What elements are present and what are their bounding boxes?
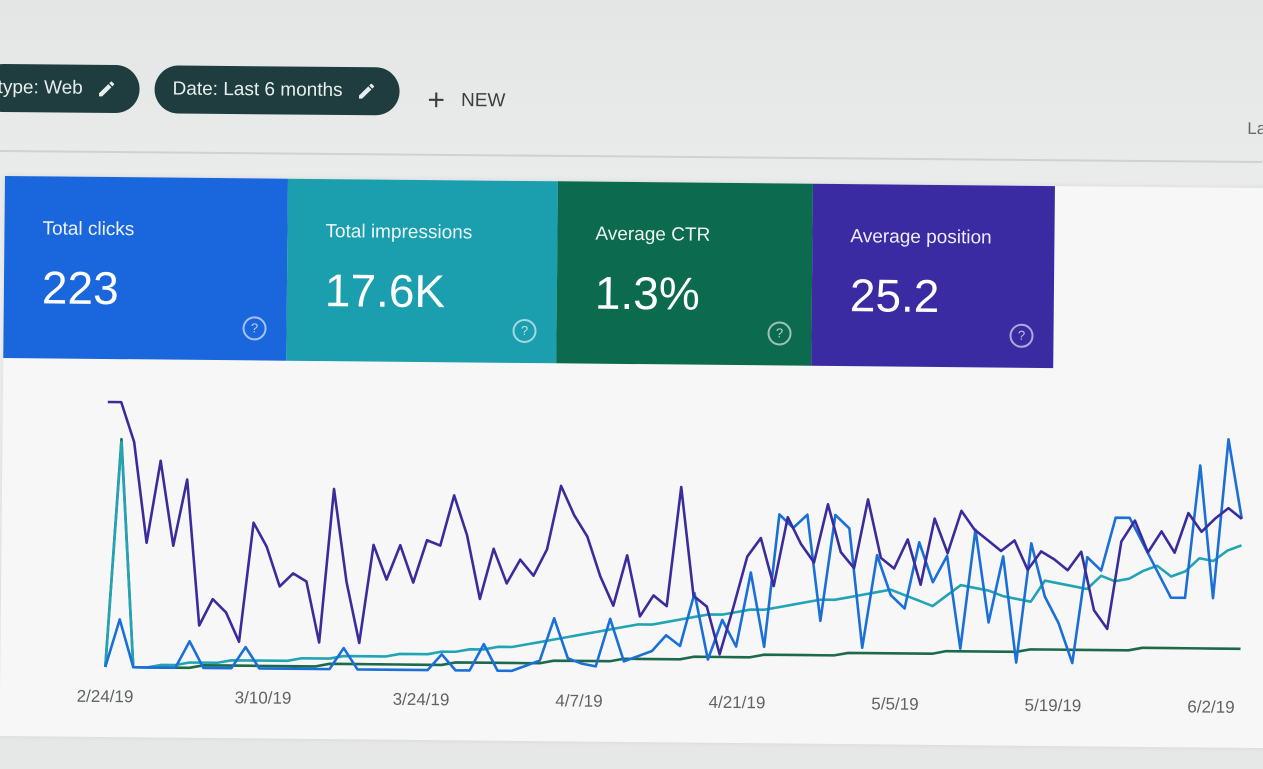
metric-card-total-clicks[interactable]: Total clicks 223 ? [3,176,288,361]
x-tick-label: 4/21/19 [709,693,766,713]
metric-value: 1.3% [594,266,701,320]
pencil-icon [99,81,115,97]
x-tick-label: 5/19/19 [1025,696,1082,716]
pencil-icon [359,83,375,99]
x-tick-label: 3/10/19 [235,688,292,708]
metric-value: 223 [41,261,119,315]
search-console-screen: type: Web Date: Last 6 months + NEW La T… [0,0,1263,769]
performance-panel: Total clicks 223 ? Total impressions 17.… [0,176,1263,749]
help-icon[interactable]: ? [242,316,267,341]
last-updated-text: La [1247,118,1263,139]
x-tick-label: 3/24/19 [393,690,450,710]
metric-value: 25.2 [849,269,940,322]
x-tick-label: 5/5/19 [871,694,918,713]
x-tick-label: 4/7/19 [555,691,602,710]
help-icon[interactable]: ? [1009,323,1034,348]
x-tick-label: 6/2/19 [1187,697,1234,716]
filter-bar: type: Web Date: Last 6 months + NEW La [0,40,1263,164]
metric-card-average-ctr[interactable]: Average CTR 1.3% ? [556,181,813,366]
metric-label: Total clicks [42,218,135,241]
new-filter-button[interactable]: + NEW [427,83,506,117]
date-range-label: Date: Last 6 months [172,78,343,101]
metric-label: Average CTR [595,223,711,246]
new-filter-label: NEW [460,90,506,112]
help-icon[interactable]: ? [512,318,537,344]
search-type-label: type: Web [0,76,83,99]
performance-chart[interactable]: 2/24/19 3/10/19 3/24/19 4/7/19 4/21/19 5/5/19… [0,376,1263,748]
metric-value: 17.6K [324,264,446,318]
metric-card-total-impressions[interactable]: Total impressions 17.6K ? [286,178,558,364]
metric-label: Total impressions [325,221,473,244]
x-tick-label: 2/24/19 [77,687,134,707]
plus-icon: + [427,83,446,117]
metric-card-average-position[interactable]: Average position 25.2 ? [811,183,1055,369]
metric-label: Average position [850,226,992,249]
help-icon[interactable]: ? [767,321,792,346]
search-type-chip[interactable]: type: Web [0,63,140,114]
date-range-chip[interactable]: Date: Last 6 months [154,65,400,116]
